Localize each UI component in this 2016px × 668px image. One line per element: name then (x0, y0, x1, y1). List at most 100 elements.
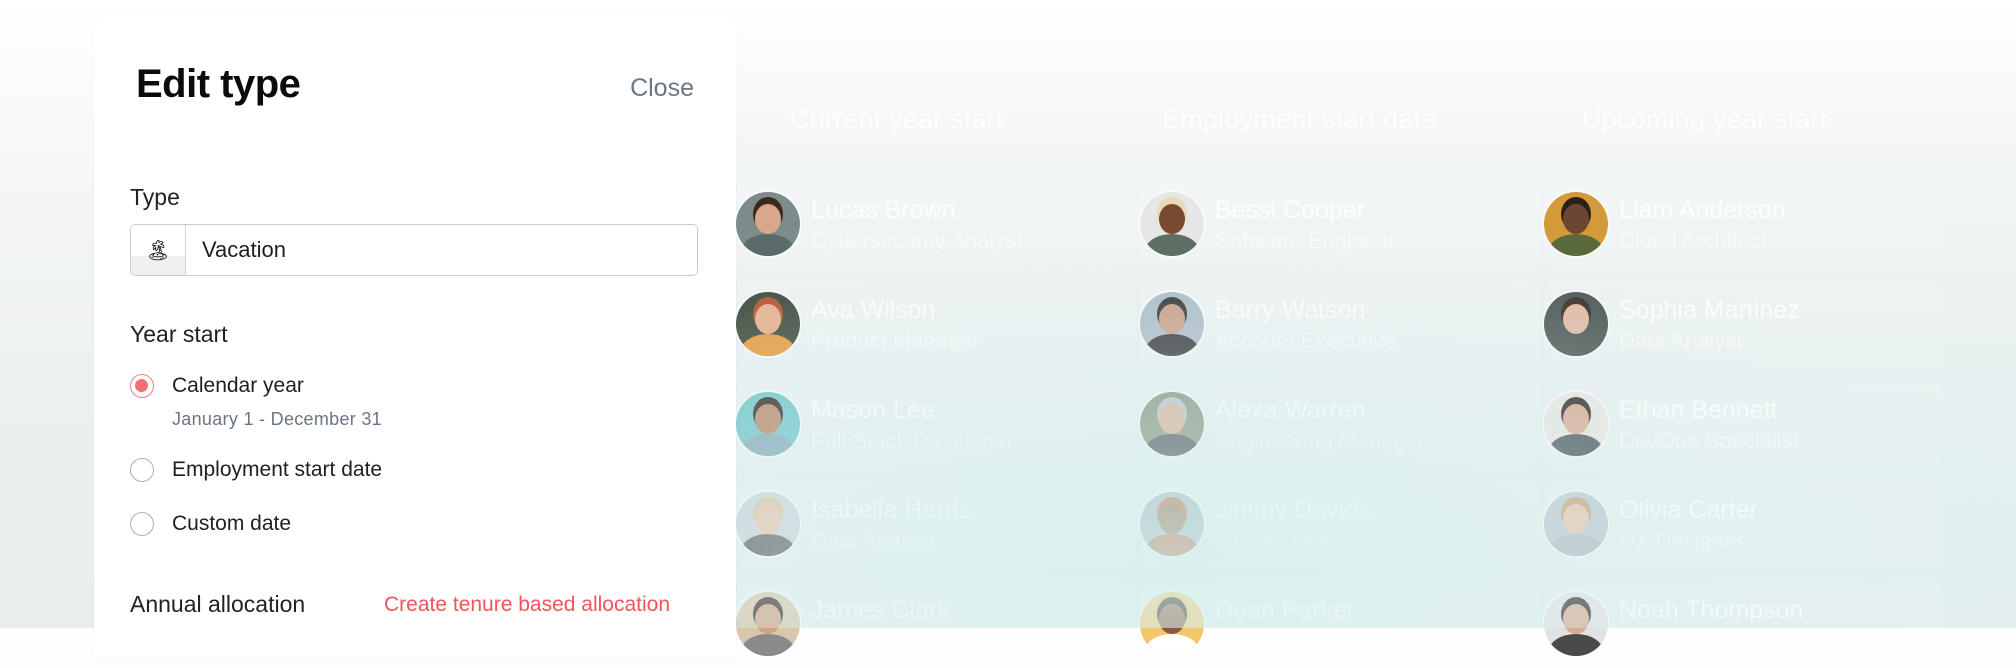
person-card: Olivia Carter UX Designer (1544, 480, 1944, 568)
type-label: Type (130, 184, 180, 210)
avatar-head (755, 304, 781, 334)
avatar-head (1563, 204, 1589, 234)
avatar (1140, 592, 1204, 656)
avatar (736, 192, 800, 256)
radio-button[interactable] (130, 458, 154, 482)
person-role: Account Executive (1215, 328, 1396, 353)
person-name: Bessi Cooper (1215, 196, 1366, 224)
avatar-body (1145, 634, 1199, 656)
person-role: Product Manager (811, 328, 980, 353)
type-name-field[interactable] (186, 225, 697, 275)
close-button[interactable]: Close (630, 74, 694, 103)
avatar-head (1159, 604, 1185, 634)
person-card: Dean Parker (1140, 580, 1540, 668)
radio-employment-start-date[interactable]: Employment start date (130, 458, 382, 482)
modal-title: Edit type (136, 62, 301, 106)
person-name: Alexa Warren (1215, 396, 1366, 424)
person-role: DevOps Specialist (1619, 428, 1799, 453)
avatar-body (1145, 234, 1199, 256)
avatar-body (1145, 334, 1199, 356)
person-role: Full Stack Developer (811, 428, 1014, 453)
avatar-body (741, 434, 795, 456)
avatar (736, 592, 800, 656)
avatar-head (1159, 504, 1185, 534)
background-left (0, 0, 94, 628)
avatar (1544, 492, 1608, 556)
person-name: Barry Watson (1215, 296, 1366, 324)
avatar (736, 292, 800, 356)
person-card: Sophia Martinez Data Analyst (1544, 280, 1944, 368)
person-role: Data Analyst (811, 528, 935, 553)
avatar (1544, 192, 1608, 256)
avatar-body (1549, 334, 1603, 356)
year-start-label: Year start (130, 321, 228, 347)
person-card: Barry Watson Account Executive (1140, 280, 1540, 368)
radio-calendar-year[interactable]: Calendar year (130, 374, 304, 398)
person-card: Isabella Harris Data Analyst (736, 480, 1136, 568)
avatar (1140, 392, 1204, 456)
emoji-picker-button[interactable]: 🏝 (131, 225, 186, 275)
person-role: Cloud Architect (1619, 228, 1767, 253)
person-name: Dean Parker (1215, 596, 1356, 624)
person-card: Jimmy Davids Growth Lead (1140, 480, 1540, 568)
avatar (736, 392, 800, 456)
person-card: Ava Wilson Product Manager (736, 280, 1136, 368)
person-role: Cybersecurity Analyst (811, 228, 1023, 253)
radio-label: Employment start date (172, 458, 383, 481)
avatar-body (741, 634, 795, 656)
radio-button-checked[interactable] (130, 374, 154, 398)
avatar-head (1159, 304, 1185, 334)
avatar (1140, 292, 1204, 356)
avatar (1140, 192, 1204, 256)
person-role: Software Engineer (1215, 228, 1396, 253)
avatar-head (1563, 504, 1589, 534)
person-name: Liam Anderson (1619, 196, 1786, 224)
person-name: Olivia Carter (1619, 496, 1758, 524)
person-role: Growth Lead (1215, 528, 1341, 553)
column-header: Upcoming year start (1582, 104, 1828, 134)
person-name: Jimmy Davids (1215, 496, 1371, 524)
avatar-head (1563, 604, 1589, 634)
person-name: Sophia Martinez (1619, 296, 1800, 324)
person-name: Lucas Brown (811, 196, 956, 224)
avatar-head (755, 204, 781, 234)
avatar (1140, 492, 1204, 556)
column-header: Employment start date (1162, 104, 1437, 134)
background-board: Current year start Lucas Brown Cybersecuri… (736, 0, 2016, 668)
avatar-head (755, 504, 781, 534)
person-card: Alexa Warren Engineering Manager (1140, 380, 1540, 468)
person-name: Ethan Bennett (1619, 396, 1778, 424)
person-card: Lucas Brown Cybersecurity Analyst (736, 180, 1136, 268)
person-card: Bessi Cooper Software Engineer (1140, 180, 1540, 268)
radio-button[interactable] (130, 512, 154, 536)
avatar-body (1549, 434, 1603, 456)
type-input[interactable]: 🏝 (130, 224, 698, 276)
person-card: Ethan Bennett DevOps Specialist (1544, 380, 1944, 468)
radio-custom-date[interactable]: Custom date (130, 512, 291, 536)
avatar-head (1563, 404, 1589, 434)
calendar-year-range: January 1 - December 31 (172, 409, 382, 429)
person-role: Data Analyst (1619, 328, 1743, 353)
create-tenure-allocation-link[interactable]: Create tenure based allocation (384, 593, 670, 617)
person-role: Engineering Manager (1215, 428, 1426, 453)
avatar-body (741, 334, 795, 356)
avatar-body (1549, 534, 1603, 556)
avatar-body (1145, 534, 1199, 556)
person-card: Noah Thompson (1544, 580, 1944, 668)
avatar-head (1159, 204, 1185, 234)
radio-label: Custom date (172, 512, 292, 535)
column-header: Current year start (790, 104, 1004, 134)
avatar-head (755, 404, 781, 434)
avatar-body (741, 534, 795, 556)
desert-island-icon: 🏝 (145, 239, 171, 262)
annual-allocation-label: Annual allocation (130, 591, 306, 617)
avatar (736, 492, 800, 556)
person-name: James Clark (811, 596, 950, 624)
avatar-body (1145, 434, 1199, 456)
person-role: UX Designer (1619, 528, 1744, 553)
person-name: Noah Thompson (1619, 596, 1804, 624)
person-card: Mason Lee Full Stack Developer (736, 380, 1136, 468)
avatar-body (1549, 234, 1603, 256)
avatar (1544, 592, 1608, 656)
radio-label: Calendar year (172, 374, 304, 397)
